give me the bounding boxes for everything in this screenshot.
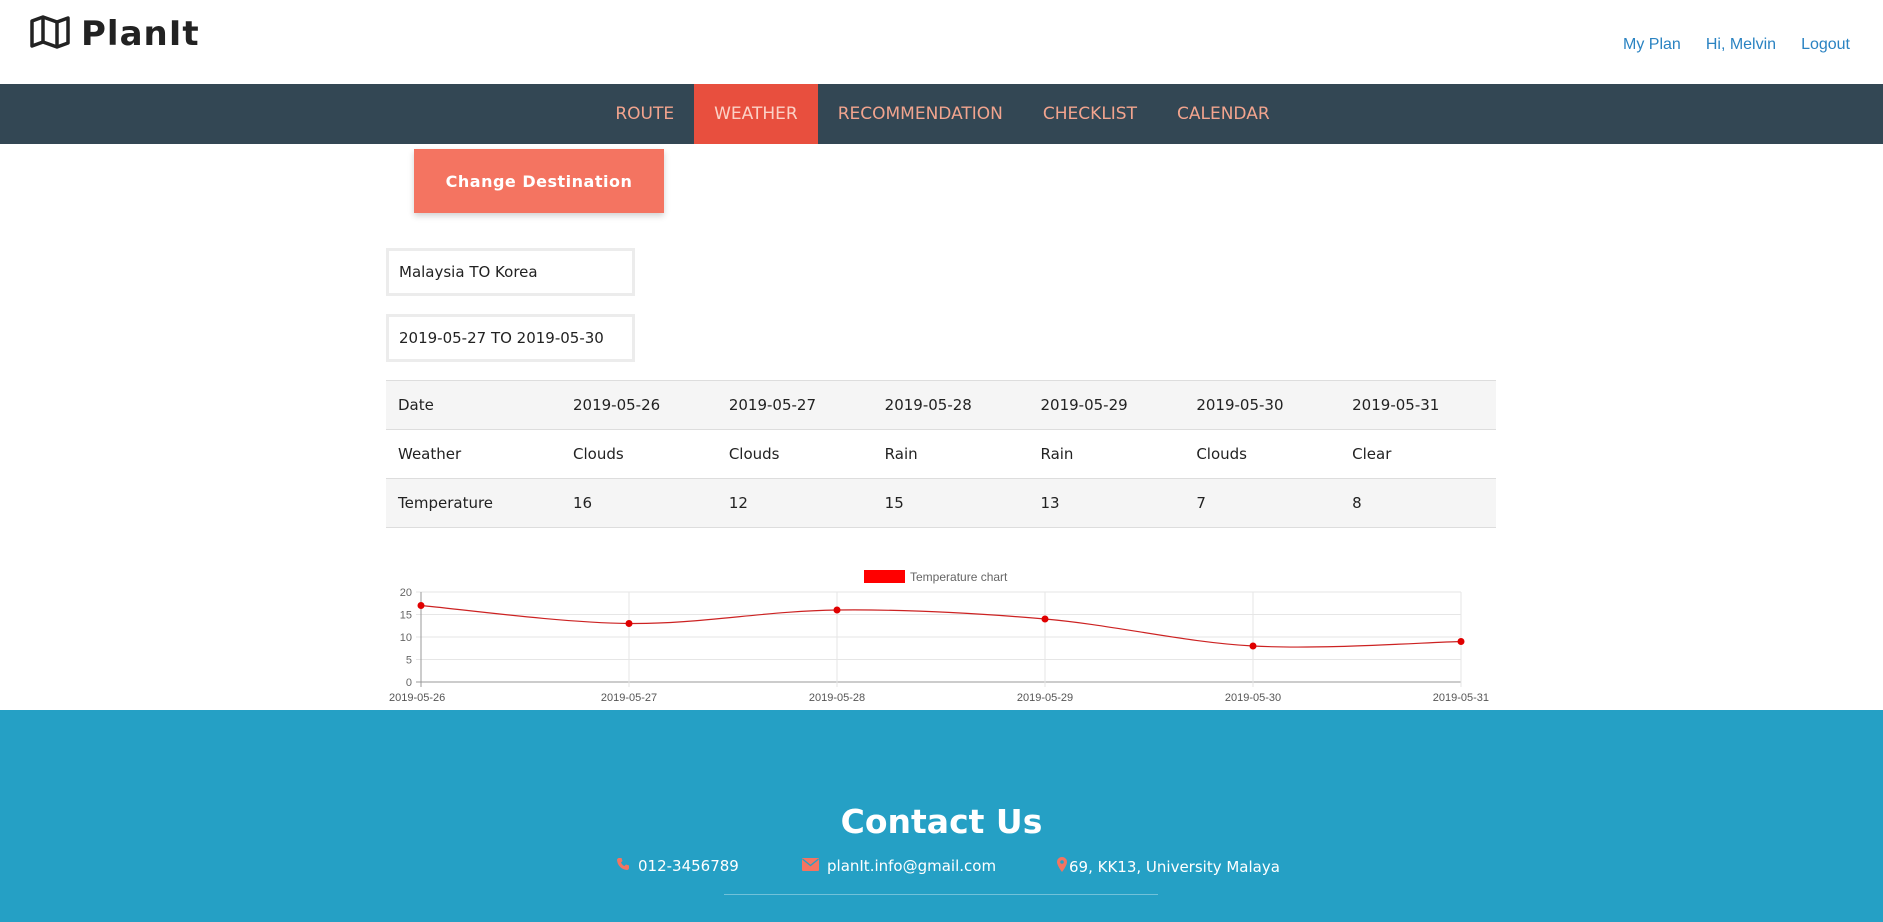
address-text: 69, KK13, University Malaya — [1069, 857, 1280, 876]
map-icon — [29, 15, 71, 53]
contact-email: planIt.info@gmail.com — [802, 857, 996, 875]
y-tick-label: 10 — [400, 632, 412, 644]
data-point — [625, 620, 633, 627]
contact-title: Contact Us — [840, 802, 1043, 841]
map-marker-icon — [1057, 857, 1067, 876]
table-cell: Clouds — [1184, 429, 1341, 479]
table-header-cell: Date — [386, 380, 561, 430]
table-cell: 7 — [1184, 478, 1341, 528]
footer-divider — [724, 894, 1158, 895]
table-cell: 2019-05-26 — [561, 380, 717, 430]
y-tick-label: 5 — [406, 655, 412, 667]
table-cell: Clear — [1340, 429, 1496, 479]
nav-weather[interactable]: WEATHER — [694, 84, 818, 144]
table-cell: 2019-05-27 — [716, 380, 873, 430]
phone-text: 012-3456789 — [638, 857, 739, 875]
table-header-cell: Weather — [386, 429, 561, 479]
table-cell: 2019-05-29 — [1028, 380, 1185, 430]
table-cell: Rain — [1028, 429, 1185, 479]
table-cell: 13 — [1028, 478, 1185, 528]
x-tick-label: 2019-05-27 — [601, 692, 657, 704]
table-row: Weather Clouds Clouds Rain Rain Clouds C… — [386, 429, 1496, 479]
x-tick-label: 2019-05-29 — [1017, 692, 1073, 704]
user-greeting-link[interactable]: Hi, Melvin — [1706, 36, 1776, 54]
main-nav: ROUTE WEATHER RECOMMENDATION CHECKLIST C… — [0, 84, 1883, 144]
x-tick-label: 2019-05-31 — [1433, 692, 1489, 704]
table-cell: 2019-05-28 — [872, 380, 1029, 430]
nav-recommendation[interactable]: RECOMMENDATION — [818, 84, 1023, 144]
brand-logo[interactable]: PlanIt — [29, 14, 200, 54]
contact-info: 012-3456789 planIt.info@gmail.com 69, KK… — [0, 857, 1883, 879]
data-point — [1249, 642, 1257, 650]
weather-table: Date 2019-05-26 2019-05-27 2019-05-28 20… — [386, 380, 1496, 528]
change-destination-button[interactable]: Change Destination — [414, 149, 664, 213]
table-cell: Clouds — [716, 429, 873, 479]
table-cell: 2019-05-30 — [1184, 380, 1341, 430]
y-tick-label: 15 — [400, 610, 412, 622]
x-tick-label: 2019-05-28 — [809, 692, 865, 704]
contact-phone: 012-3456789 — [616, 857, 739, 875]
table-header-cell: Temperature — [386, 478, 561, 528]
table-cell: 8 — [1340, 478, 1496, 528]
table-cell: Clouds — [561, 429, 717, 479]
table-cell: Rain — [872, 429, 1029, 479]
route-field: Malaysia TO Korea — [386, 248, 635, 296]
table-row: Date 2019-05-26 2019-05-27 2019-05-28 20… — [386, 380, 1496, 430]
email-text[interactable]: planIt.info@gmail.com — [827, 857, 996, 875]
header-links: My Plan Hi, Melvin Logout — [1623, 36, 1850, 54]
series-line — [420, 604, 1462, 648]
brand-name: PlanIt — [81, 14, 200, 54]
data-point — [833, 606, 841, 614]
temperature-chart: 0 5 10 15 20 Temperature chart 2019-05-26 201… — [389, 570, 1489, 704]
top-header: PlanIt My Plan Hi, Melvin Logout — [0, 0, 1883, 84]
my-plan-link[interactable]: My Plan — [1623, 36, 1681, 54]
table-cell: 16 — [561, 478, 717, 528]
y-tick-label: 0 — [406, 677, 412, 689]
x-tick-label: 2019-05-26 — [389, 692, 445, 704]
data-point — [417, 602, 425, 609]
table-row: Temperature 16 12 15 13 7 8 — [386, 478, 1496, 528]
nav-calendar[interactable]: CALENDAR — [1157, 84, 1290, 144]
legend-label: Temperature chart — [910, 570, 1008, 584]
contact-address: 69, KK13, University Malaya — [1057, 857, 1280, 876]
table-cell: 15 — [872, 478, 1029, 528]
logout-link[interactable]: Logout — [1801, 36, 1850, 54]
data-point — [1457, 638, 1465, 645]
nav-checklist[interactable]: CHECKLIST — [1023, 84, 1157, 144]
y-tick-label: 20 — [400, 587, 412, 599]
x-tick-label: 2019-05-30 — [1225, 692, 1281, 704]
table-cell: 2019-05-31 — [1340, 380, 1496, 430]
footer: Contact Us 012-3456789 planIt.info@gmail… — [0, 710, 1883, 922]
date-range-field: 2019-05-27 TO 2019-05-30 — [386, 314, 635, 362]
phone-icon — [616, 857, 630, 875]
table-cell: 12 — [716, 478, 873, 528]
data-point — [1041, 615, 1049, 623]
envelope-icon — [802, 857, 819, 875]
nav-route[interactable]: ROUTE — [595, 84, 694, 144]
legend-swatch — [864, 570, 905, 583]
